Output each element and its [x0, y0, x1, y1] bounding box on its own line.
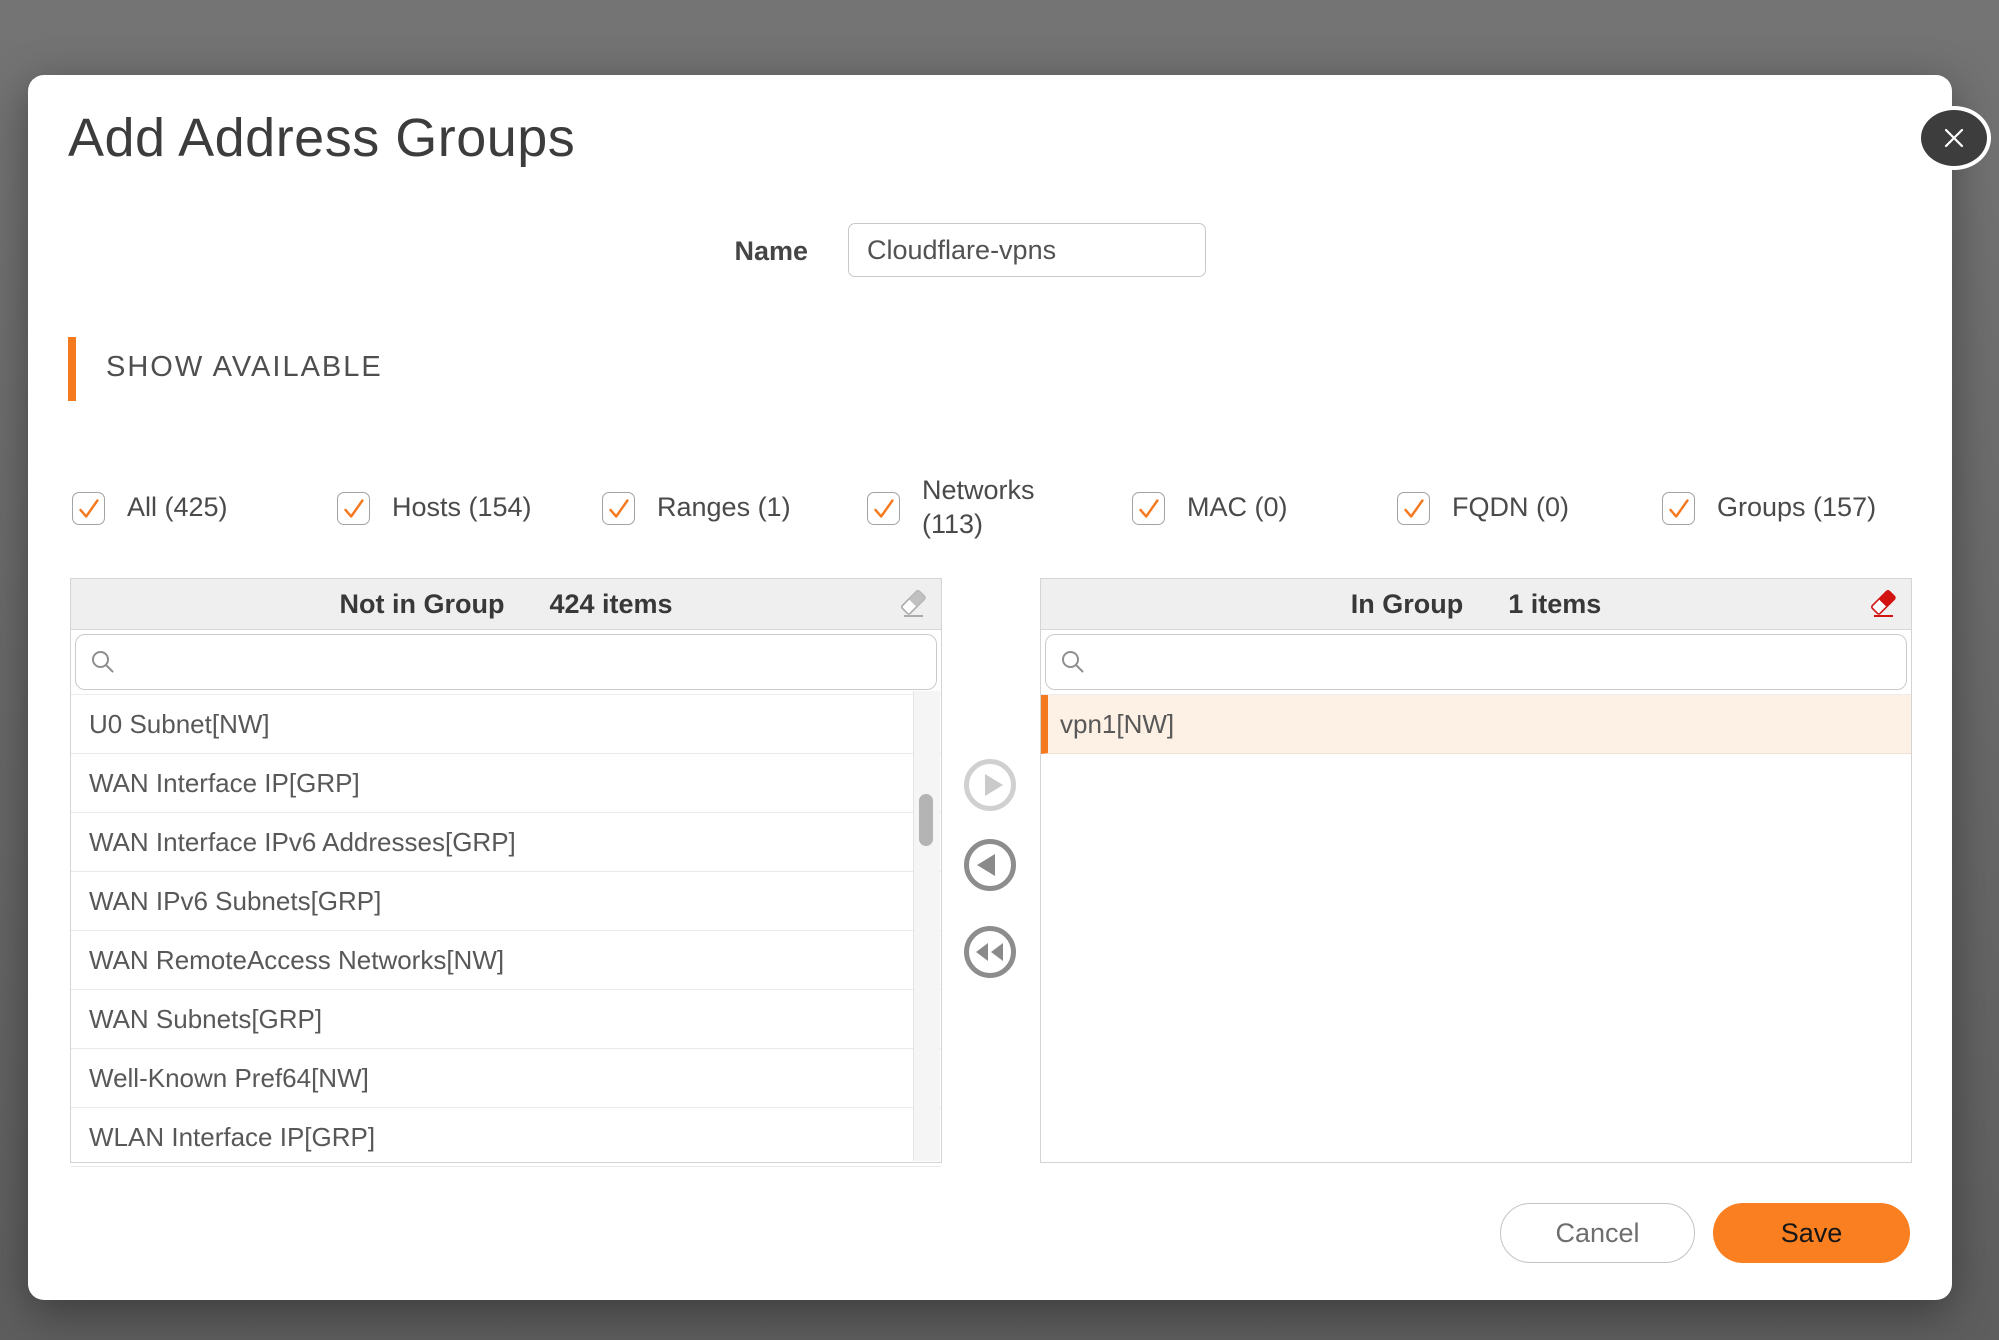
filter-label: Groups (157) [1717, 491, 1876, 525]
filter-label: FQDN (0) [1452, 491, 1569, 525]
eraser-icon [1868, 589, 1898, 619]
filter-checkbox-networks[interactable] [867, 492, 900, 525]
filter-checkbox-all[interactable] [72, 492, 105, 525]
type-filter-row: All (425) Hosts (154) Ranges (1) Network… [72, 468, 1952, 548]
search-icon [90, 649, 116, 675]
list-item[interactable]: Well-Known Pref64[NW] [71, 1049, 941, 1108]
eraser-icon [898, 589, 928, 619]
save-button[interactable]: Save [1713, 1203, 1910, 1263]
list-item[interactable]: WAN IPv6 Subnets[GRP] [71, 872, 941, 931]
filter-ranges: Ranges (1) [602, 491, 867, 525]
add-address-groups-dialog: Add Address Groups Name SHOW AVAILABLE A… [28, 75, 1952, 1300]
list-item[interactable]: WAN Interface IPv6 Addresses[GRP] [71, 813, 941, 872]
panel-title: In Group [1351, 589, 1463, 620]
list-item[interactable]: WLAN Interface IP[GRP] [71, 1108, 941, 1167]
not-in-group-header: Not in Group 424 items [71, 579, 941, 630]
checkmark-icon [1133, 492, 1164, 525]
filter-checkbox-ranges[interactable] [602, 492, 635, 525]
checkmark-icon [1663, 492, 1694, 525]
close-icon [1941, 125, 1967, 151]
checkmark-icon [73, 492, 104, 525]
list-item-selected[interactable]: vpn1[NW] [1041, 695, 1911, 754]
cancel-button[interactable]: Cancel [1500, 1203, 1695, 1263]
checkmark-icon [868, 492, 899, 525]
filter-fqdn: FQDN (0) [1397, 491, 1662, 525]
filter-label: MAC (0) [1187, 491, 1288, 525]
filter-checkbox-mac[interactable] [1132, 492, 1165, 525]
checkmark-icon [603, 492, 634, 525]
checkmark-icon [1398, 492, 1429, 525]
not-in-group-list: U0 Subnet[NW] WAN Interface IP[GRP] WAN … [71, 694, 941, 1167]
move-right-button[interactable] [963, 758, 1017, 812]
show-available-heading: SHOW AVAILABLE [106, 351, 383, 384]
filter-networks: Networks (113) [867, 474, 1132, 542]
filter-label: Hosts (154) [392, 491, 532, 525]
list-item[interactable]: U0 Subnet[NW] [71, 695, 941, 754]
close-button[interactable] [1917, 106, 1991, 170]
in-group-header: In Group 1 items [1041, 579, 1911, 630]
right-arrow-icon [963, 758, 1017, 812]
not-in-group-search [75, 634, 937, 690]
panel-title: Not in Group [339, 589, 504, 620]
dialog-title: Add Address Groups [68, 107, 575, 169]
not-in-group-panel: Not in Group 424 items U0 Subnet[NW] [70, 578, 942, 1163]
list-scrollbar-track[interactable] [913, 691, 940, 1161]
in-group-search-input[interactable] [1094, 639, 1906, 685]
name-label: Name [608, 236, 808, 267]
clear-not-in-group-button[interactable] [897, 588, 929, 620]
in-group-list: vpn1[NW] [1041, 694, 1911, 754]
name-input[interactable] [848, 223, 1206, 277]
filter-checkbox-groups[interactable] [1662, 492, 1695, 525]
filter-checkbox-hosts[interactable] [337, 492, 370, 525]
panel-item-count: 1 items [1508, 589, 1601, 620]
left-arrow-icon [963, 838, 1017, 892]
filter-label: All (425) [127, 491, 228, 525]
clear-in-group-button[interactable] [1867, 588, 1899, 620]
section-accent-bar [68, 337, 76, 401]
filter-checkbox-fqdn[interactable] [1397, 492, 1430, 525]
search-icon [1060, 649, 1086, 675]
filter-mac: MAC (0) [1132, 491, 1397, 525]
filter-hosts: Hosts (154) [337, 491, 602, 525]
list-item[interactable]: WAN Subnets[GRP] [71, 990, 941, 1049]
in-group-search [1045, 634, 1907, 690]
panel-item-count: 424 items [549, 589, 672, 620]
move-all-left-button[interactable] [963, 925, 1017, 979]
filter-label: Ranges (1) [657, 491, 791, 525]
move-left-button[interactable] [963, 838, 1017, 892]
filter-label: Networks (113) [922, 474, 1035, 542]
list-item[interactable]: WAN RemoteAccess Networks[NW] [71, 931, 941, 990]
double-left-arrow-icon [963, 925, 1017, 979]
list-item[interactable]: WAN Interface IP[GRP] [71, 754, 941, 813]
filter-all: All (425) [72, 491, 337, 525]
list-scrollbar-thumb[interactable] [919, 794, 933, 846]
checkmark-icon [338, 492, 369, 525]
in-group-panel: In Group 1 items vpn1[NW] [1040, 578, 1912, 1163]
filter-groups: Groups (157) [1662, 491, 1927, 525]
not-in-group-search-input[interactable] [124, 639, 936, 685]
